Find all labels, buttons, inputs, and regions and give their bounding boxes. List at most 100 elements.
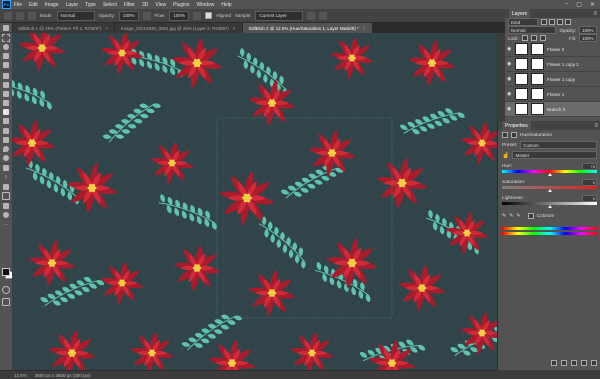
brush-tool-icon[interactable] bbox=[0, 99, 12, 108]
crop-tool-icon[interactable] bbox=[0, 61, 12, 71]
layer-mask-thumbnail[interactable] bbox=[531, 103, 544, 115]
lasso-tool-icon[interactable] bbox=[0, 42, 12, 51]
lock-pixels-icon[interactable] bbox=[521, 35, 528, 41]
dodge-tool-icon[interactable] bbox=[0, 154, 12, 164]
foreground-color-swatch[interactable] bbox=[2, 268, 10, 276]
visibility-eye-icon[interactable]: ◉ bbox=[507, 76, 512, 82]
panel-menu-icon[interactable]: ≡ bbox=[593, 11, 597, 17]
quick-mask-icon[interactable] bbox=[0, 285, 12, 294]
hand-tool-icon[interactable] bbox=[0, 202, 12, 211]
tab-stillblob-1[interactable]: StillBlob 1 @ 25% (Pattern Fill 1, RGB/8… bbox=[12, 23, 115, 33]
panel-menu-icon[interactable]: ≡ bbox=[594, 123, 598, 129]
lightness-slider-thumb[interactable] bbox=[547, 205, 552, 208]
menu-filter[interactable]: Filter bbox=[124, 2, 135, 8]
eyedropper-icon[interactable]: ✎ bbox=[502, 213, 506, 219]
brush-preset-icon[interactable] bbox=[28, 11, 36, 20]
screen-mode-icon[interactable] bbox=[0, 297, 12, 306]
rectangle-tool-icon[interactable] bbox=[0, 191, 12, 202]
lightness-slider[interactable] bbox=[502, 202, 597, 208]
menu-plugins[interactable]: Plugins bbox=[173, 2, 189, 8]
clone-stamp-tool-icon[interactable] bbox=[16, 11, 24, 20]
saturation-slider[interactable] bbox=[502, 186, 597, 192]
airbrush-icon[interactable] bbox=[192, 11, 201, 20]
menu-view[interactable]: View bbox=[155, 2, 166, 8]
menu-file[interactable]: File bbox=[14, 2, 22, 8]
zoom-tool-icon[interactable] bbox=[0, 211, 12, 220]
tab-layers[interactable]: Layers bbox=[509, 9, 531, 18]
lightness-value-field[interactable]: 0 bbox=[582, 194, 597, 202]
layer-mask-thumbnail[interactable] bbox=[531, 88, 544, 100]
type-tool-icon[interactable]: T bbox=[0, 173, 12, 182]
targeted-adjustment-hand-icon[interactable]: ☝ bbox=[502, 152, 509, 159]
menu-layer[interactable]: Layer bbox=[66, 2, 79, 8]
menu-3d[interactable]: 3D bbox=[142, 2, 148, 8]
menu-help[interactable]: Help bbox=[221, 2, 231, 8]
layer-row[interactable]: ◉ Flower 1 bbox=[505, 87, 600, 102]
layer-mask-thumbnail[interactable] bbox=[531, 73, 544, 85]
view-previous-icon[interactable] bbox=[561, 360, 567, 366]
delete-icon[interactable] bbox=[591, 360, 597, 366]
document-canvas[interactable] bbox=[12, 33, 497, 370]
type-filter-icon[interactable] bbox=[557, 19, 563, 25]
hue-value-field[interactable]: +5 bbox=[582, 162, 597, 170]
color-swatches[interactable] bbox=[2, 268, 13, 279]
tab-properties[interactable]: Properties bbox=[502, 121, 531, 130]
reset-icon[interactable] bbox=[571, 360, 577, 366]
layer-mask-thumbnail[interactable] bbox=[531, 43, 544, 55]
layer-mask-thumbnail[interactable] bbox=[531, 58, 544, 70]
colorize-checkbox[interactable] bbox=[527, 213, 534, 219]
ignore-adjustment-icon[interactable] bbox=[307, 11, 316, 20]
marquee-tool-icon[interactable] bbox=[0, 33, 12, 42]
visibility-eye-icon[interactable]: ◉ bbox=[507, 106, 512, 112]
eyedropper-plus-icon[interactable]: ✎ bbox=[509, 213, 513, 219]
history-brush-tool-icon[interactable] bbox=[0, 117, 12, 126]
tab-stillblob-2[interactable]: StillBlob 2 @ 12.5% (Hue/Saturation 1, L… bbox=[242, 23, 373, 33]
document-info[interactable]: 3600 px x 3600 px (300 ppi) bbox=[35, 373, 91, 378]
close-tab-icon[interactable]: × bbox=[363, 26, 366, 31]
sample-dropdown[interactable]: Current Layer bbox=[255, 10, 304, 21]
blend-mode-dropdown[interactable]: Normal bbox=[508, 26, 557, 34]
maximize-button[interactable]: ▢ bbox=[576, 1, 582, 8]
hue-slider[interactable] bbox=[502, 170, 597, 176]
healing-brush-tool-icon[interactable] bbox=[0, 89, 12, 98]
toggle-visibility-icon[interactable] bbox=[581, 360, 587, 366]
saturation-slider-thumb[interactable] bbox=[547, 189, 552, 192]
layer-row-selected[interactable]: ◉ Branch 3 bbox=[505, 102, 600, 117]
layer-row[interactable]: ◉ Flower 1 copy 2 bbox=[505, 57, 600, 72]
menu-window[interactable]: Window bbox=[197, 2, 215, 8]
visibility-eye-icon[interactable]: ◉ bbox=[507, 61, 512, 67]
blur-tool-icon[interactable] bbox=[0, 144, 12, 153]
home-icon[interactable] bbox=[4, 11, 12, 20]
mode-dropdown[interactable]: Normal bbox=[56, 10, 95, 21]
visibility-eye-icon[interactable]: ◉ bbox=[507, 46, 512, 52]
eraser-tool-icon[interactable] bbox=[0, 126, 12, 135]
layer-opacity-field[interactable]: 100% bbox=[579, 26, 597, 34]
clone-stamp-tool-icon[interactable] bbox=[0, 108, 12, 117]
menu-select[interactable]: Select bbox=[103, 2, 117, 8]
visibility-eye-icon[interactable]: ◉ bbox=[507, 91, 512, 97]
minimize-button[interactable]: – bbox=[565, 1, 568, 8]
path-selection-tool-icon[interactable] bbox=[0, 182, 12, 191]
more-tools-icon[interactable]: … bbox=[0, 220, 12, 229]
eyedropper-tool-icon[interactable] bbox=[0, 80, 12, 89]
preset-dropdown[interactable]: Custom bbox=[520, 141, 597, 149]
menu-type[interactable]: Type bbox=[85, 2, 96, 8]
hue-slider-thumb[interactable] bbox=[548, 173, 553, 176]
shape-filter-icon[interactable] bbox=[565, 19, 571, 25]
aligned-checkbox[interactable] bbox=[204, 12, 212, 19]
layer-row[interactable]: ◉ Flower 2 bbox=[505, 42, 600, 57]
gradient-tool-icon[interactable] bbox=[0, 135, 12, 144]
menu-edit[interactable]: Edit bbox=[29, 2, 38, 8]
clip-to-layer-icon[interactable] bbox=[551, 360, 557, 366]
fill-field[interactable]: 100% bbox=[579, 34, 597, 42]
adjustment-filter-icon[interactable] bbox=[549, 19, 555, 25]
pen-tool-icon[interactable] bbox=[0, 164, 12, 173]
eyedropper-minus-icon[interactable]: ✎ bbox=[516, 213, 520, 219]
layer-row[interactable]: ◉ Flower 1 copy bbox=[505, 72, 600, 87]
pressure-size-icon[interactable] bbox=[319, 11, 328, 20]
layer-mask-icon[interactable] bbox=[511, 132, 517, 138]
kind-filter-dropdown[interactable]: Kind bbox=[508, 18, 538, 26]
pressure-opacity-icon[interactable] bbox=[142, 11, 151, 20]
flow-field[interactable]: 100% bbox=[169, 10, 189, 21]
tab-image-jpg[interactable]: Image_20210930_0001.jpg @ 25% (Layer 2, … bbox=[115, 23, 243, 33]
